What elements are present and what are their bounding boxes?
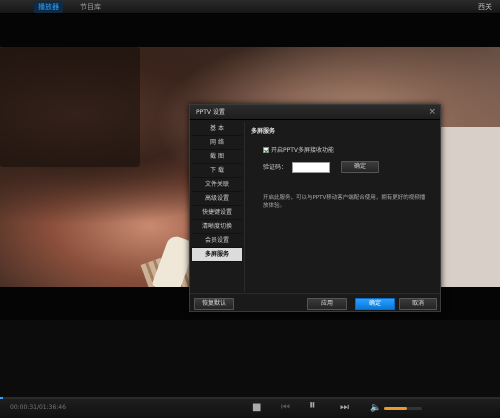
code-input[interactable] (292, 162, 330, 173)
section-title: 多屏服务 (251, 128, 276, 135)
video-scene-shadow (0, 47, 140, 167)
dialog-titlebar[interactable]: PPTV 设置 × (190, 105, 440, 120)
code-confirm-button[interactable]: 确定 (341, 161, 379, 173)
nav-item-hotkeys[interactable]: 快捷键设置 (192, 206, 242, 220)
settings-dialog: PPTV 设置 × 基 本 网 络 截 图 下 载 文件关联 高级设置 快捷键设… (189, 104, 441, 312)
nav-item-network[interactable]: 网 络 (192, 136, 242, 150)
enable-multiscreen-checkbox[interactable] (263, 147, 269, 153)
nav-item-download[interactable]: 下 载 (192, 164, 242, 178)
pptv-player-window: 播放器 节目库 西关 00:00:31/01:36:46 ■ ⏮ ⏸ ⏭ 🔈 P… (0, 0, 500, 418)
close-icon[interactable]: × (428, 106, 436, 119)
video-scene-paper (440, 127, 500, 287)
volume-slider[interactable] (384, 407, 422, 410)
apply-button[interactable]: 应用 (307, 298, 347, 310)
tab-player[interactable]: 播放器 (34, 1, 63, 13)
ok-button[interactable]: 确定 (355, 298, 395, 310)
time-display: 00:00:31/01:36:46 (10, 404, 66, 411)
dialog-title: PPTV 设置 (196, 109, 225, 116)
volume-icon[interactable]: 🔈 (370, 402, 381, 414)
service-description: 开启此服务，可以与PPTV移动客户端配合使用，拥有更好的视频播放体验。 (263, 195, 426, 209)
volume-fill (384, 407, 407, 410)
nav-item-advanced[interactable]: 高级设置 (192, 192, 242, 206)
enable-multiscreen-label: 开启PPTV多屏接收功能 (271, 147, 335, 154)
dialog-footer: 恢复默认 应用 确定 取消 (190, 293, 440, 312)
multiscreen-panel: 多屏服务 开启PPTV多屏接收功能 验证码： 确定 开启此服务，可以与PPTV移… (244, 122, 436, 292)
cancel-button[interactable]: 取消 (399, 298, 437, 310)
previous-icon[interactable]: ⏮ (281, 402, 290, 414)
nav-item-membership[interactable]: 会员设置 (192, 234, 242, 248)
nav-item-screenshot[interactable]: 截 图 (192, 150, 242, 164)
tab-library[interactable]: 节目库 (76, 1, 105, 13)
nav-item-multiscreen[interactable]: 多屏服务 (192, 248, 242, 262)
top-bar: 播放器 节目库 西关 (0, 0, 500, 14)
next-icon[interactable]: ⏭ (340, 402, 349, 414)
stop-icon[interactable]: ■ (252, 402, 261, 414)
restore-defaults-button[interactable]: 恢复默认 (194, 298, 234, 310)
top-right-label[interactable]: 西关 (478, 1, 492, 13)
pause-icon[interactable]: ⏸ (309, 399, 316, 412)
settings-nav: 基 本 网 络 截 图 下 载 文件关联 高级设置 快捷键设置 清晰度切换 会员… (192, 122, 242, 282)
enable-multiscreen-row[interactable]: 开启PPTV多屏接收功能 (263, 146, 334, 155)
control-bar: 00:00:31/01:36:46 ■ ⏮ ⏸ ⏭ 🔈 (0, 399, 500, 418)
nav-item-file-association[interactable]: 文件关联 (192, 178, 242, 192)
code-label: 验证码： (263, 164, 288, 171)
nav-item-basic[interactable]: 基 本 (192, 122, 242, 136)
nav-item-quality[interactable]: 清晰度切换 (192, 220, 242, 234)
